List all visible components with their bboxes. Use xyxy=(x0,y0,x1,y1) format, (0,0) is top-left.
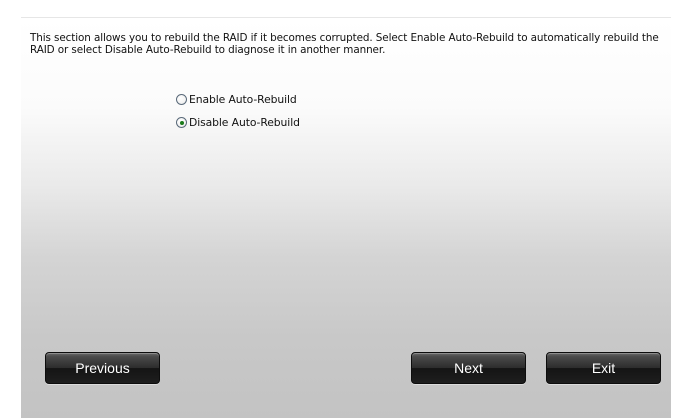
section-description: This section allows you to rebuild the R… xyxy=(30,32,659,56)
exit-button[interactable]: Exit xyxy=(546,352,661,384)
enable-auto-rebuild-radio[interactable] xyxy=(176,94,187,105)
raid-rebuild-dialog: This section allows you to rebuild the R… xyxy=(21,17,671,418)
disable-auto-rebuild-label[interactable]: Disable Auto-Rebuild xyxy=(189,116,300,129)
previous-button[interactable]: Previous xyxy=(45,352,160,384)
next-button[interactable]: Next xyxy=(411,352,526,384)
enable-auto-rebuild-label[interactable]: Enable Auto-Rebuild xyxy=(189,93,297,106)
enable-auto-rebuild-option[interactable]: Enable Auto-Rebuild xyxy=(176,93,297,106)
disable-auto-rebuild-option[interactable]: Disable Auto-Rebuild xyxy=(176,116,300,129)
disable-auto-rebuild-radio[interactable] xyxy=(176,117,187,128)
